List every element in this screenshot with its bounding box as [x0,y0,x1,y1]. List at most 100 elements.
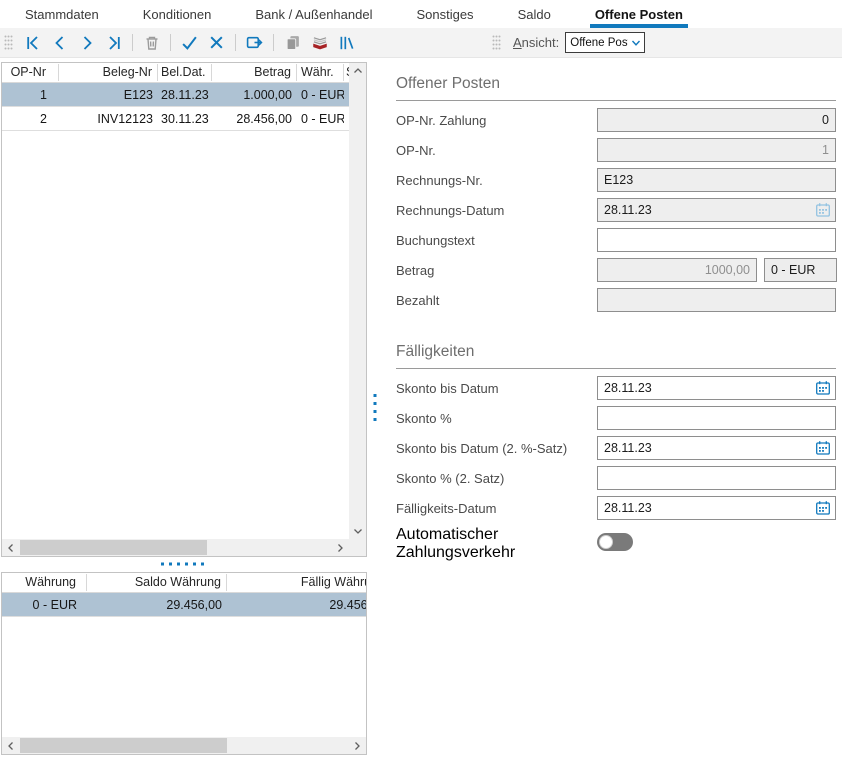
toggle-knob [599,535,613,549]
tab-sonstiges[interactable]: Sonstiges [411,0,478,28]
op-nr-zahlung-label: OP-Nr. Zahlung [396,113,597,128]
form-row: Rechnungs-Nr. [396,168,836,192]
cell-betrag: 28.456,00 [212,112,297,126]
horizontal-splitter[interactable] [1,558,367,570]
skonto-prozent-label: Skonto % [396,411,597,426]
form-row: Skonto % [396,406,836,430]
books-button[interactable] [334,30,359,55]
scroll-up-icon[interactable] [353,66,363,76]
calendar-icon[interactable] [814,379,832,397]
cell-waehrung: 0 - EUR [2,598,87,612]
calendar-icon[interactable] [814,499,832,517]
form-row: OP-Nr. [396,138,836,162]
column-header-betrag[interactable]: Betrag [212,64,297,81]
form-row: Betrag 0 - EUR [396,258,836,282]
scroll-down-icon[interactable] [353,526,363,536]
ledger-book-button[interactable] [307,30,332,55]
column-header-waehr[interactable]: Währ. [297,64,344,81]
splitter-dots-icon [161,562,207,566]
cell-bel-dat: 30.11.23 [158,112,212,126]
rechnungs-nr-input [597,168,836,192]
previous-record-button[interactable] [47,30,72,55]
view-toolbar-group: Ansicht: Offene Posten [488,28,645,57]
scroll-left-icon[interactable] [6,543,16,553]
application-window: Stammdaten Konditionen Bank / Außenhande… [0,0,842,759]
skonto-prozent-2-label: Skonto % (2. Satz) [396,471,597,486]
view-label-rest: nsicht: [522,35,560,50]
horizontal-scrollbar[interactable] [2,539,349,556]
next-record-button[interactable] [74,30,99,55]
currency-table-header: Währung Saldo Währung Fällig Währung [2,573,366,593]
tab-bank-aussenhandel[interactable]: Bank / Außenhandel [250,0,377,28]
cell-faellig-waehrung: 29.456,00 [227,598,367,612]
scroll-left-icon[interactable] [6,741,16,751]
calendar-icon[interactable] [814,439,832,457]
scrollbar-thumb[interactable] [20,738,227,753]
column-header-bel-dat[interactable]: Bel.Dat. [158,64,212,81]
rechnungs-datum-label: Rechnungs-Datum [396,203,597,218]
toolbar-separator [235,34,236,51]
rechnungs-datum-input [597,198,836,222]
cell-waehr: 0 - EUR [297,112,344,126]
auto-zahlungsverkehr-toggle[interactable] [597,533,633,551]
cell-op-nr: 1 [2,88,59,102]
cell-bel-dat: 28.11.23 [158,88,212,102]
tab-offene-posten[interactable]: Offene Posten [590,0,688,28]
horizontal-scrollbar[interactable] [2,737,366,754]
op-nr-label: OP-Nr. [396,143,597,158]
scrollbar-thumb[interactable] [20,540,207,555]
cancel-button[interactable] [204,30,229,55]
first-record-button[interactable] [20,30,45,55]
rechnungs-nr-label: Rechnungs-Nr. [396,173,597,188]
currency-summary-table: Währung Saldo Währung Fällig Währung 0 -… [1,572,367,755]
scroll-right-icon[interactable] [352,741,362,751]
last-record-button[interactable] [101,30,126,55]
form-row: Automatischer Zahlungsverkehr [396,526,836,548]
currency-select[interactable]: 0 - EUR [764,258,837,282]
cell-betrag: 1.000,00 [212,88,297,102]
view-select-value: Offene Posten [566,37,628,49]
splitter-dots-icon [373,394,377,422]
view-label-accesskey: A [513,35,522,50]
calendar-icon [814,201,832,219]
column-header-saldo-waehrung[interactable]: Saldo Währung [87,574,227,591]
toolbar-grip-icon[interactable] [492,35,501,50]
skonto-bis-datum-input[interactable] [597,376,836,400]
cell-op-nr: 2 [2,112,59,126]
confirm-button[interactable] [177,30,202,55]
vertical-scrollbar[interactable] [349,63,366,539]
op-nr-zahlung-input [597,108,836,132]
skonto-bis-datum-2-input[interactable] [597,436,836,460]
tab-saldo[interactable]: Saldo [513,0,556,28]
cell-saldo-waehrung: 29.456,00 [87,598,227,612]
faelligkeits-datum-input[interactable] [597,496,836,520]
skonto-prozent-input[interactable] [597,406,836,430]
table-row-selected[interactable]: 1 E123 28.11.23 1.000,00 0 - EUR [2,83,349,107]
form-row: Fälligkeits-Datum [396,496,836,520]
bezahlt-input [597,288,836,312]
view-select[interactable]: Offene Posten [565,32,645,53]
column-header-beleg-nr[interactable]: Beleg-Nr [59,64,158,81]
tab-konditionen[interactable]: Konditionen [138,0,217,28]
faelligkeits-datum-label: Fälligkeits-Datum [396,501,597,516]
detail-form: Offener Posten OP-Nr. Zahlung OP-Nr. Rec… [396,75,836,548]
op-nr-input [597,138,836,162]
column-header-op-nr[interactable]: OP-Nr [2,64,59,81]
form-row: Bezahlt [396,288,836,312]
scroll-right-icon[interactable] [335,543,345,553]
table-row[interactable]: 2 INV12123 30.11.23 28.456,00 0 - EUR [2,107,349,131]
cell-beleg-nr: E123 [59,88,158,102]
buchungstext-input[interactable] [597,228,836,252]
open-items-table-header: OP-Nr Beleg-Nr Bel.Dat. Betrag Währ. S [2,63,349,83]
open-in-window-button[interactable] [242,30,267,55]
vertical-splitter[interactable] [370,392,380,424]
bezahlt-label: Bezahlt [396,293,597,308]
form-row: OP-Nr. Zahlung [396,108,836,132]
toolbar: Ansicht: Offene Posten [0,28,842,58]
skonto-prozent-2-input[interactable] [597,466,836,490]
toolbar-grip-icon[interactable] [4,35,13,50]
column-header-faellig-waehrung[interactable]: Fällig Währung [227,574,367,591]
table-row-selected[interactable]: 0 - EUR 29.456,00 29.456,00 [2,593,366,617]
column-header-waehrung[interactable]: Währung [2,574,87,591]
tab-stammdaten[interactable]: Stammdaten [20,0,104,28]
